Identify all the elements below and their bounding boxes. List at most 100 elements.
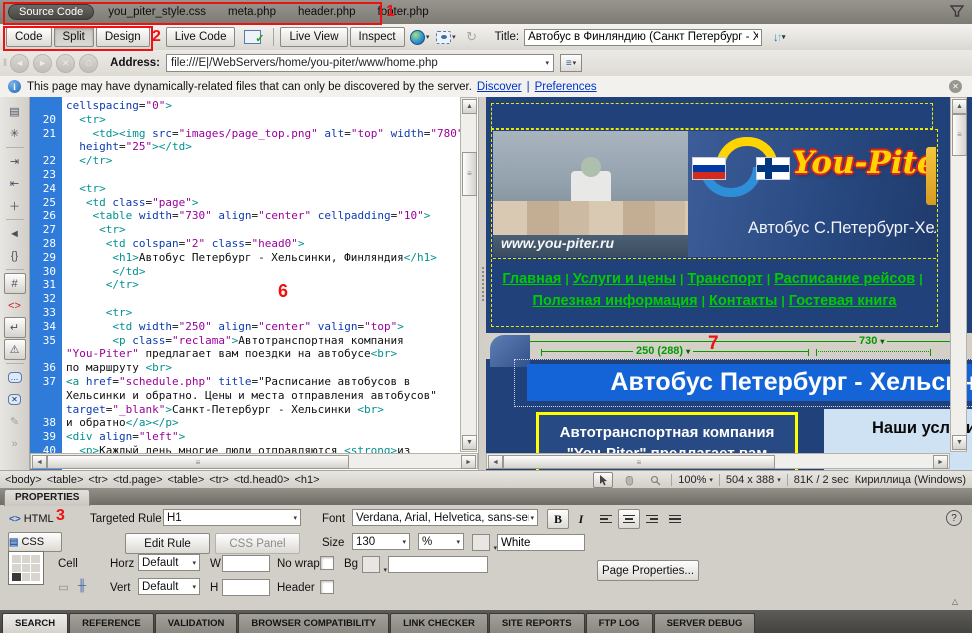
related-file-tab[interactable]: you_piter_style.css bbox=[108, 6, 206, 18]
table-width-bar[interactable]: 730 ▾ 250 (288) ▾ bbox=[486, 333, 972, 359]
page-properties-button[interactable]: Page Properties... bbox=[597, 560, 699, 581]
visual-aids-icon[interactable]: ▾ bbox=[436, 28, 456, 46]
site-nav-link[interactable]: Услуги и цены bbox=[573, 271, 676, 287]
line-numbers-icon[interactable]: # bbox=[4, 273, 26, 294]
code-line[interactable]: Хельсинки и обратно. Цены и места отправ… bbox=[30, 389, 460, 403]
code-vertical-scrollbar[interactable]: ▲ ≡ ▼ bbox=[460, 97, 477, 452]
document-title-input[interactable] bbox=[524, 29, 762, 46]
help-icon[interactable]: ? bbox=[946, 510, 962, 526]
code-line[interactable]: 35 <p class="reclama">Автотранспортная к… bbox=[30, 334, 460, 348]
related-file-tab[interactable]: meta.php bbox=[228, 6, 276, 18]
no-wrap-checkbox[interactable] bbox=[320, 556, 334, 570]
code-line[interactable]: cellspacing="0"> bbox=[30, 99, 460, 113]
tag-selector-item[interactable]: <table> bbox=[168, 474, 205, 486]
code-line[interactable]: 37<a href="schedule.php" title="Расписан… bbox=[30, 375, 460, 389]
code-line[interactable]: "You-Piter" предлагает вам поездки на ав… bbox=[30, 347, 460, 361]
site-banner-image[interactable]: You-Piter Автобус С.Петербург-Хельсинки … bbox=[493, 131, 936, 257]
code-line[interactable]: target="_blank">Санкт-Петербург - Хельси… bbox=[30, 403, 460, 417]
window-size-select[interactable]: 504 x 388▾ bbox=[726, 474, 781, 486]
bold-button[interactable]: B bbox=[547, 509, 569, 529]
inspect-button[interactable]: Inspect bbox=[350, 27, 405, 47]
tag-selector-item[interactable]: <tr> bbox=[209, 474, 229, 486]
related-file-tab[interactable]: header.php bbox=[298, 6, 356, 18]
forward-icon[interactable]: ► bbox=[33, 54, 52, 73]
close-info-bar-icon[interactable]: ✕ bbox=[949, 80, 962, 93]
tag-selector-item[interactable]: <h1> bbox=[295, 474, 320, 486]
browser-list-icon[interactable]: ≡▾ bbox=[560, 54, 582, 72]
bg-color-swatch[interactable] bbox=[362, 556, 380, 573]
results-tab-browser-compatibility[interactable]: BROWSER COMPATIBILITY bbox=[238, 613, 389, 633]
size-unit-select[interactable]: %▾ bbox=[418, 533, 464, 550]
design-horizontal-scrollbar[interactable]: ◄ ≡ ► bbox=[486, 453, 950, 469]
get-put-files-icon[interactable]: ↓↑▾ bbox=[765, 28, 791, 46]
css-panel-button[interactable]: CSS Panel bbox=[215, 533, 300, 554]
select-tool-icon[interactable] bbox=[593, 472, 613, 488]
header-checkbox[interactable] bbox=[320, 580, 334, 594]
balance-braces-icon[interactable]: {} bbox=[4, 245, 26, 266]
filter-icon[interactable] bbox=[950, 4, 964, 18]
zoom-tool-icon[interactable] bbox=[645, 472, 665, 488]
hand-tool-icon[interactable] bbox=[619, 472, 639, 488]
code-line[interactable]: 24 <tr> bbox=[30, 182, 460, 196]
panel-collapse-icon[interactable]: △ bbox=[952, 597, 958, 606]
align-justify-icon[interactable] bbox=[664, 509, 686, 529]
code-line[interactable]: 25 <td class="page"> bbox=[30, 196, 460, 210]
address-dropdown-icon[interactable]: ▾ bbox=[545, 59, 549, 67]
word-wrap-icon[interactable]: ↵ bbox=[4, 317, 26, 338]
address-input[interactable]: file:///E|/WebServers/home/you-piter/www… bbox=[166, 54, 554, 72]
syntax-error-alerts-icon[interactable]: ⚠ bbox=[4, 339, 26, 360]
merge-cells-icon[interactable]: ▭ bbox=[58, 580, 69, 594]
highlight-invalid-code-icon[interactable]: <> bbox=[4, 295, 26, 316]
code-line[interactable]: 32 bbox=[30, 292, 460, 306]
code-line[interactable]: 36по маршруту <br> bbox=[30, 361, 460, 375]
magnification-select[interactable]: 100%▾ bbox=[678, 474, 713, 486]
split-cell-icon[interactable]: ╫ bbox=[78, 580, 86, 592]
code-line[interactable]: 39<div align="left"> bbox=[30, 430, 460, 444]
results-tab-validation[interactable]: VALIDATION bbox=[155, 613, 238, 633]
text-color-input[interactable] bbox=[497, 534, 585, 551]
tag-selector-item[interactable]: <tr> bbox=[88, 474, 108, 486]
page-h1-heading[interactable]: Автобус Петербург - Хельсинки bbox=[527, 364, 972, 401]
collapse-selection-icon[interactable]: ⇤ bbox=[4, 173, 26, 194]
site-nav-link[interactable]: Главная bbox=[502, 271, 561, 287]
design-view[interactable]: You-Piter Автобус С.Петербург-Хельсинки … bbox=[486, 97, 972, 470]
check-page-icon[interactable]: ✓ bbox=[240, 28, 264, 46]
horz-select[interactable]: Default▾ bbox=[138, 554, 200, 571]
design-vertical-scrollbar[interactable]: ▲ ≡ ▼ bbox=[950, 97, 967, 452]
remove-comment-icon[interactable]: ✕ bbox=[4, 389, 26, 410]
design-view-button[interactable]: Design bbox=[96, 27, 150, 47]
w-input[interactable] bbox=[222, 555, 270, 572]
stop-icon[interactable]: ✕ bbox=[56, 54, 75, 73]
tag-selector-item[interactable]: <td.head0> bbox=[234, 474, 290, 486]
font-select[interactable]: Verdana, Arial, Helvetica, sans-serif▾ bbox=[352, 509, 538, 526]
targeted-rule-select[interactable]: H1▾ bbox=[163, 509, 301, 526]
css-mode-button[interactable]: ▤ CSS bbox=[8, 532, 62, 552]
preview-in-browser-icon[interactable]: ▾ bbox=[410, 28, 430, 46]
split-view-button[interactable]: Split bbox=[54, 27, 94, 47]
home-icon[interactable]: ⌂ bbox=[79, 54, 98, 73]
site-nav-link[interactable]: Контакты bbox=[709, 293, 777, 309]
code-line[interactable]: 30 </td> bbox=[30, 265, 460, 279]
bg-input[interactable] bbox=[388, 556, 488, 573]
site-nav-link[interactable]: Расписание рейсов bbox=[774, 271, 915, 287]
code-horizontal-scrollbar[interactable]: ◄ ≡ ► bbox=[30, 453, 478, 469]
code-line[interactable]: 21 <td><img src="images/page_top.png" al… bbox=[30, 127, 460, 141]
tag-selector-item[interactable]: <table> bbox=[47, 474, 84, 486]
live-view-button[interactable]: Live View bbox=[280, 27, 347, 47]
code-line[interactable]: 29 <h1>Автобус Петербург - Хельсинки, Фи… bbox=[30, 251, 460, 265]
code-line[interactable]: 27 <tr> bbox=[30, 223, 460, 237]
expand-all-icon[interactable]: ＋ bbox=[4, 195, 26, 216]
code-line[interactable]: 34 <td width="250" align="center" valign… bbox=[30, 320, 460, 334]
select-parent-tag-icon[interactable]: ◄ bbox=[4, 223, 26, 244]
code-line[interactable]: 26 <table width="730" align="center" cel… bbox=[30, 209, 460, 223]
results-tab-ftp-log[interactable]: FTP LOG bbox=[586, 613, 653, 633]
open-documents-icon[interactable]: ▤ bbox=[4, 101, 26, 122]
results-tab-server-debug[interactable]: SERVER DEBUG bbox=[654, 613, 756, 633]
code-view-button[interactable]: Code bbox=[6, 27, 52, 47]
site-nav-link[interactable]: Транспорт bbox=[687, 271, 762, 287]
code-line[interactable]: 38и обратно</a></p> bbox=[30, 416, 460, 430]
properties-panel-tab[interactable]: PROPERTIES bbox=[4, 489, 90, 506]
results-tab-reference[interactable]: REFERENCE bbox=[69, 613, 154, 633]
discover-link[interactable]: Discover bbox=[477, 81, 522, 93]
italic-button[interactable]: I bbox=[570, 509, 592, 529]
